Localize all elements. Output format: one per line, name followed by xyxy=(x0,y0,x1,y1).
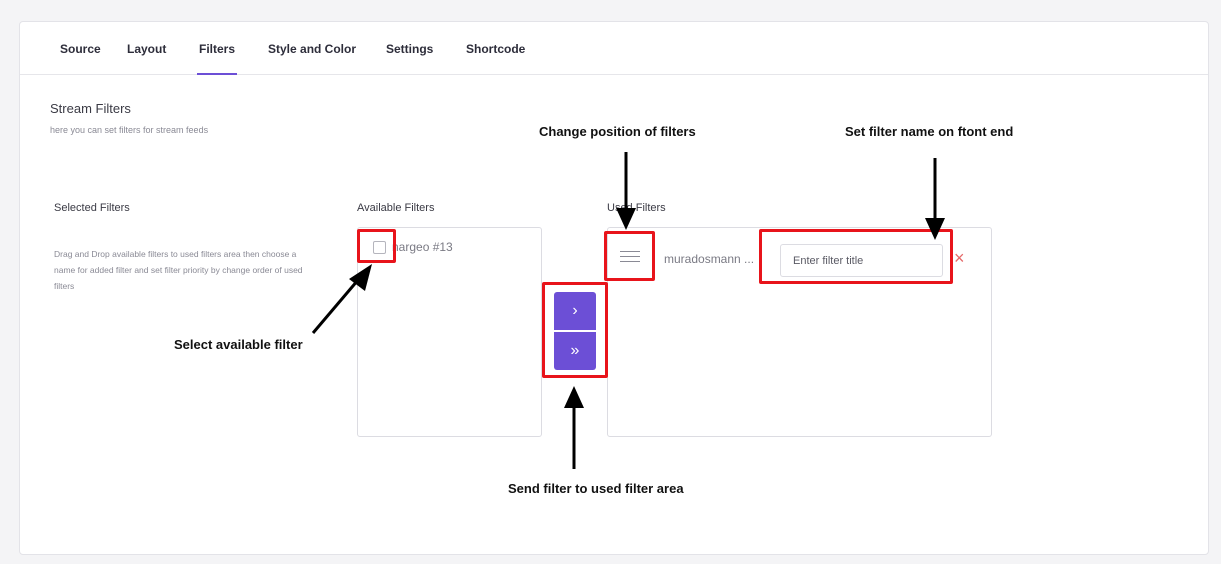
arrow-head-drag xyxy=(616,208,636,230)
arrow-head-buttons xyxy=(564,386,584,408)
arrow-checkbox xyxy=(311,279,360,334)
annotation-arrows xyxy=(311,152,945,469)
arrow-head-input xyxy=(925,218,945,240)
